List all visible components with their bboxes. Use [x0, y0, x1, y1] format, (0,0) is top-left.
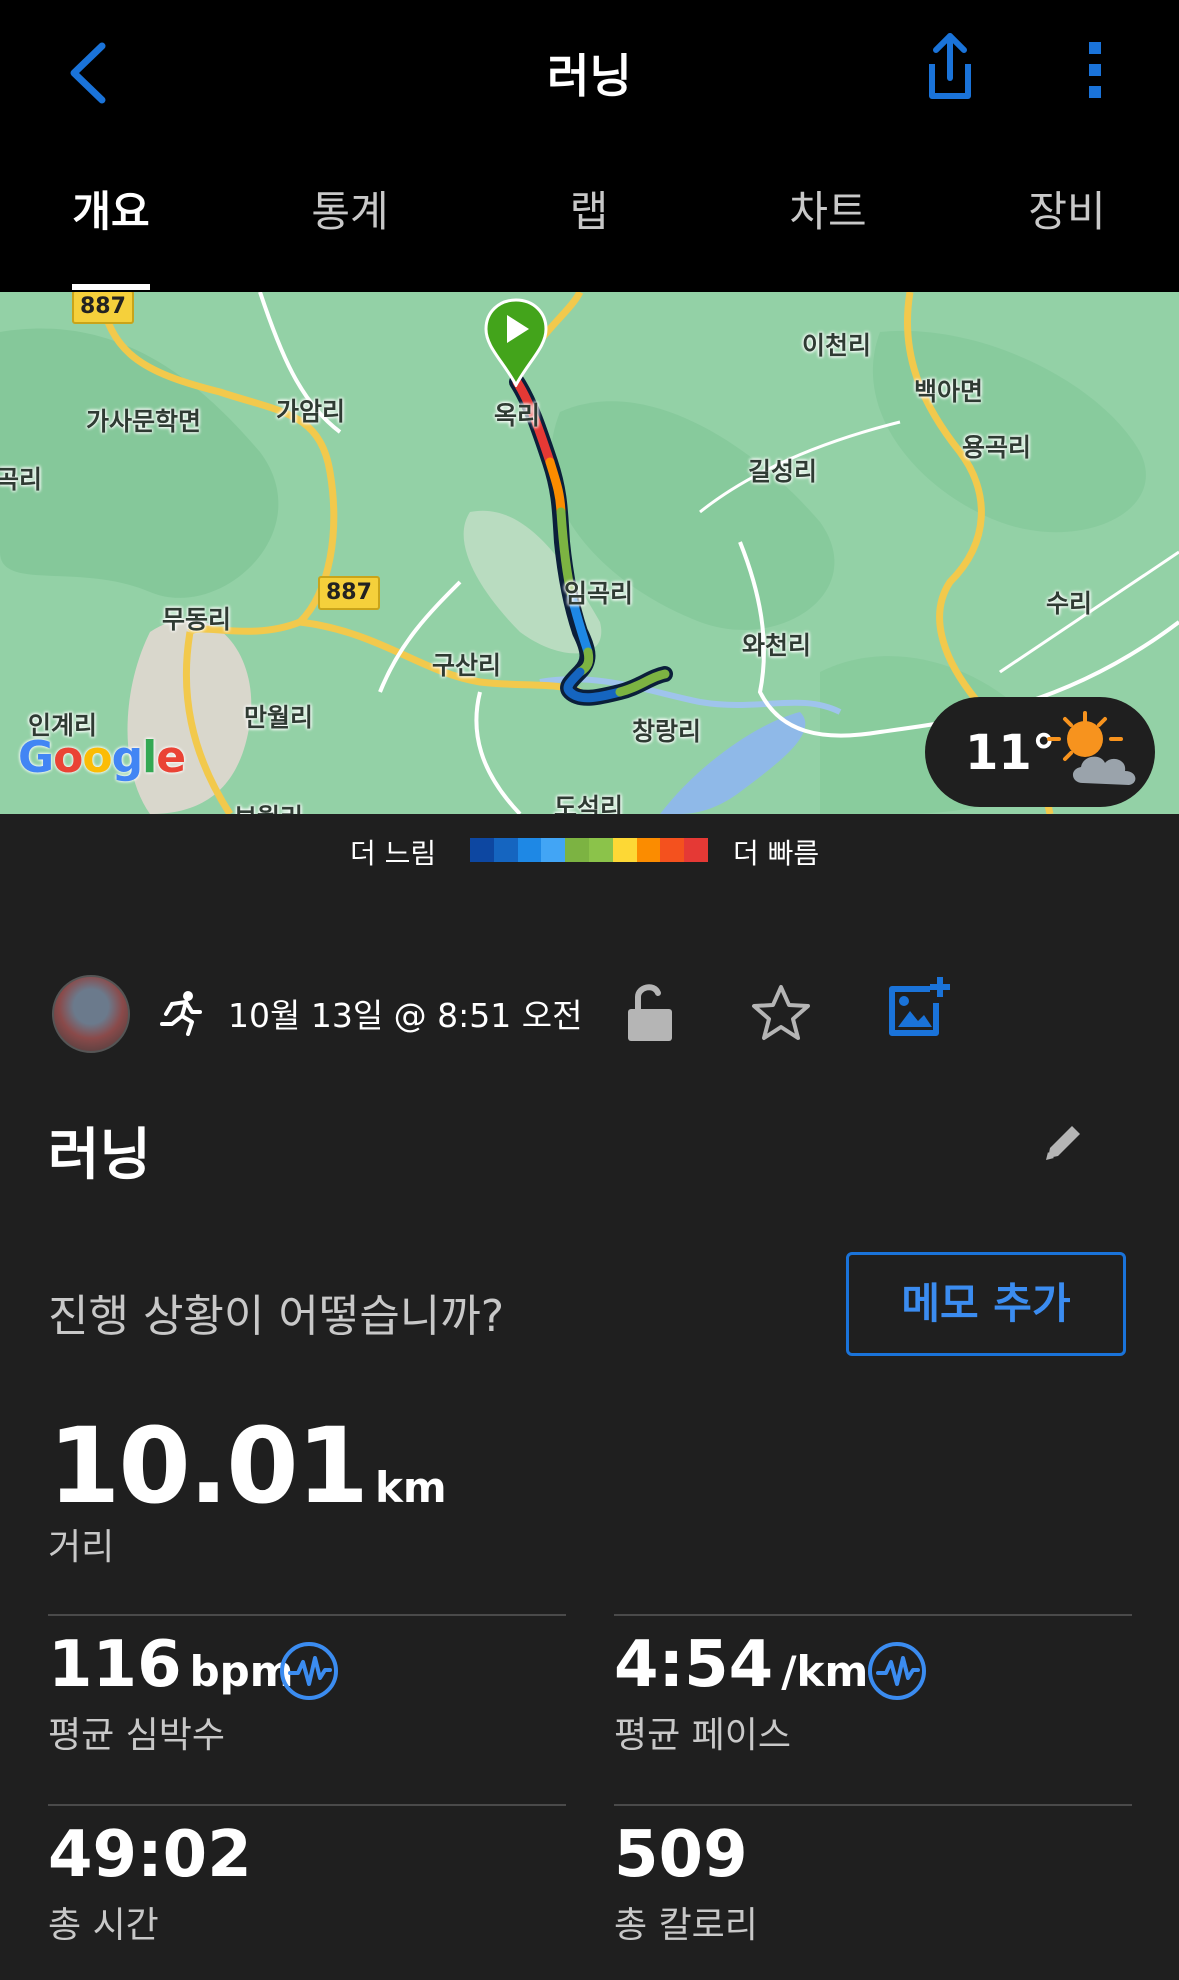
- distance-unit: km: [374, 1463, 447, 1512]
- partly-cloudy-sun-icon: [1047, 711, 1136, 785]
- total-time-number: 49:02: [48, 1818, 252, 1892]
- distance-number: 10.01: [48, 1405, 369, 1527]
- tab-stats[interactable]: 통계: [250, 178, 450, 239]
- add-memo-button[interactable]: 메모 추가: [846, 1252, 1126, 1356]
- map-place-label: 용곡리: [962, 433, 1032, 462]
- avg-pace-number: 4:54: [614, 1628, 774, 1702]
- tab-bar: 개요 통계 랩 차트 장비: [0, 178, 1179, 292]
- legend-fast-label: 더 빠름: [733, 837, 820, 870]
- total-time-label: 총 시간: [48, 1905, 159, 1946]
- route-map[interactable]: 887 가사문학면 가암리 옥리 이천리 백아면 용곡리 길성리 임곡리 무동리…: [0, 292, 1179, 814]
- progress-question: 진행 상황이 어떻습니까?: [48, 1291, 505, 1342]
- tab-overview[interactable]: 개요: [11, 178, 211, 239]
- map-place-label: 곡리: [0, 465, 43, 494]
- map-place-label: 도석리: [554, 793, 624, 814]
- avatar[interactable]: [52, 975, 130, 1053]
- distance-value: 10.01 km: [48, 1405, 447, 1527]
- tab-laps[interactable]: 랩: [489, 178, 689, 239]
- avg-pace-value: 4:54/km: [614, 1628, 868, 1702]
- road-number-badge: 887: [72, 292, 134, 324]
- map-place-label: 수리: [1046, 589, 1093, 618]
- map-place-label: 옥리: [494, 401, 541, 430]
- tab-gear[interactable]: 장비: [967, 178, 1167, 239]
- map-place-label: 구산리: [432, 651, 502, 680]
- tab-charts[interactable]: 차트: [728, 178, 928, 239]
- divider: [614, 1614, 1132, 1616]
- top-bar: 러닝 개요 통계 랩 차트 장비: [0, 0, 1179, 292]
- activity-date: 10월 13일 @ 8:51 오전: [228, 996, 583, 1035]
- map-place-label: 보월리: [234, 798, 303, 814]
- divider: [48, 1614, 566, 1616]
- heart-rate-zone-icon[interactable]: [278, 1640, 340, 1702]
- start-marker-icon: [484, 298, 548, 387]
- map-place-label: 와천리: [742, 631, 812, 660]
- add-photo-icon[interactable]: [886, 975, 952, 1041]
- avg-hr-label: 평균 심박수: [48, 1715, 226, 1756]
- map-place-label: 만월리: [244, 703, 314, 732]
- activity-meta-row: 10월 13일 @ 8:51 오전: [0, 975, 1179, 1055]
- divider: [48, 1804, 566, 1806]
- legend-slow-label: 더 느림: [350, 837, 437, 870]
- active-tab-indicator: [72, 284, 150, 290]
- pace-color-scale: [470, 838, 708, 862]
- total-calories-value: 509: [614, 1818, 748, 1892]
- pace-zone-icon[interactable]: [866, 1640, 928, 1702]
- map-place-label: 이천리: [802, 331, 872, 360]
- map-place-label: 길성리: [748, 457, 818, 486]
- map-place-label: 창랑리: [632, 717, 702, 746]
- map-place-label: 백아면: [914, 377, 984, 406]
- avg-pace-unit: /km: [781, 1647, 869, 1696]
- pace-legend: 더 느림 더 빠름: [0, 830, 1179, 870]
- map-place-label: 가사문학면: [86, 407, 202, 436]
- map-place-label: 무동리: [162, 605, 232, 634]
- avg-hr-number: 116: [48, 1628, 182, 1702]
- distance-label: 거리: [48, 1527, 115, 1568]
- edit-pencil-icon[interactable]: [1042, 1120, 1086, 1164]
- map-place-label: 가암리: [276, 397, 346, 426]
- google-logo: Google: [18, 732, 186, 783]
- map-place-label: 임곡리: [564, 579, 634, 608]
- divider: [614, 1804, 1132, 1806]
- total-calories-number: 509: [614, 1818, 748, 1892]
- total-time-value: 49:02: [48, 1818, 252, 1892]
- star-icon[interactable]: [750, 983, 812, 1043]
- activity-title: 러닝: [48, 1123, 152, 1188]
- temperature: 11°: [965, 725, 1056, 781]
- unlock-icon[interactable]: [624, 981, 676, 1043]
- running-icon: [160, 991, 202, 1036]
- road-number-badge: 887: [318, 576, 380, 610]
- page-title: 러닝: [547, 49, 632, 103]
- more-vertical-icon[interactable]: [1080, 38, 1110, 102]
- share-icon[interactable]: [920, 30, 980, 102]
- weather-badge[interactable]: 11°: [925, 697, 1155, 807]
- avg-hr-value: 116 bpm: [48, 1628, 294, 1702]
- avg-pace-label: 평균 페이스: [614, 1715, 792, 1756]
- total-calories-label: 총 칼로리: [614, 1905, 758, 1946]
